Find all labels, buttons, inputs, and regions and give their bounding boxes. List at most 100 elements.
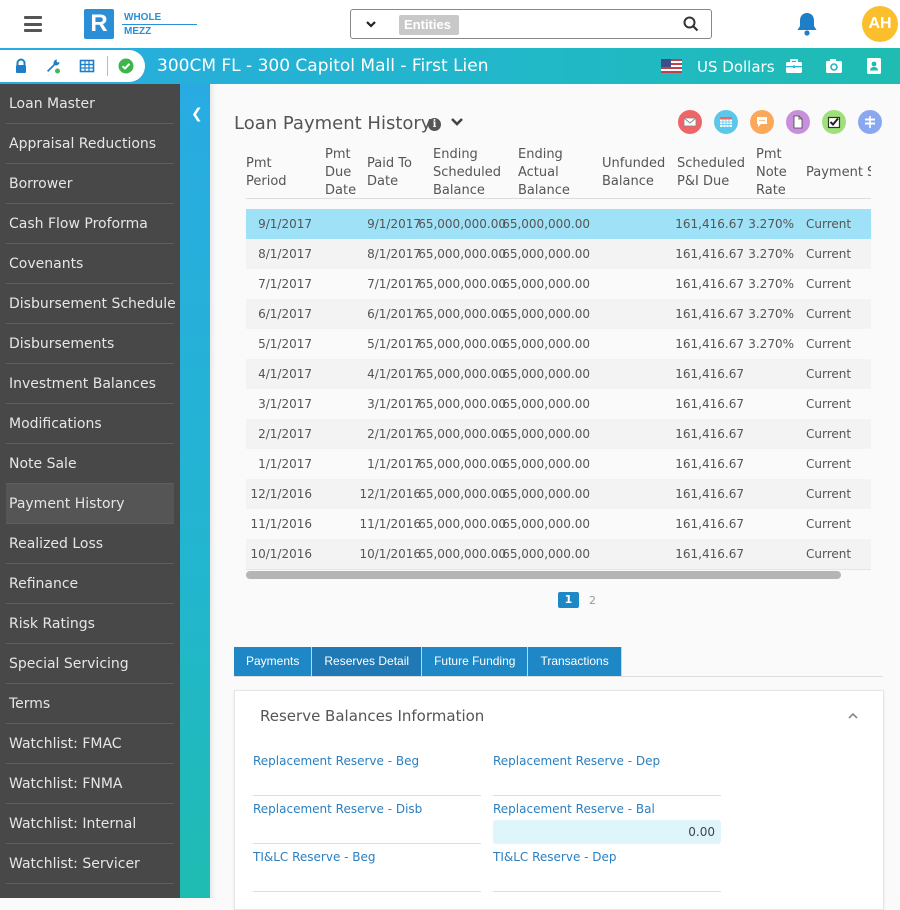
sidebar-item-realized-loss[interactable]: Realized Loss	[6, 524, 174, 564]
table-row[interactable]: 2/1/2017 2/1/2017 65,000,000.00 65,000,000.…	[246, 419, 871, 449]
logo-line-2: MEZZ	[124, 25, 152, 37]
table-row[interactable]: 8/1/2017 8/1/2017 65,000,000.00 65,000,000.…	[246, 239, 871, 269]
replacement-reserve-bal-input[interactable]	[493, 820, 721, 844]
tabs-divider	[234, 676, 883, 677]
chevron-down-icon[interactable]	[450, 116, 464, 128]
table-row[interactable]: 5/1/2017 5/1/2017 65,000,000.00 65,000,000.…	[246, 329, 871, 359]
contact-book-icon[interactable]	[865, 57, 883, 75]
document-icon[interactable]	[786, 110, 810, 134]
cell-ending-actual-balance: 65,000,000.00	[502, 487, 590, 501]
table-row[interactable]: 1/1/2017 1/1/2017 65,000,000.00 65,000,000.…	[246, 449, 871, 479]
entity-search-box[interactable]: Entities	[350, 9, 712, 39]
sidebar-item-risk-ratings[interactable]: Risk Ratings	[6, 604, 174, 644]
cell-scheduled-pi-due: 161,416.67	[675, 517, 744, 531]
table-row[interactable]: 9/1/2017 9/1/2017 65,000,000.00 65,000,000.…	[246, 209, 871, 239]
field-label: Replacement Reserve - Beg	[253, 754, 420, 768]
cell-paid-to-date: 2/1/2017	[367, 427, 421, 441]
cell-scheduled-pi-due: 161,416.67	[675, 277, 744, 291]
table-row[interactable]: 3/1/2017 3/1/2017 65,000,000.00 65,000,000.…	[246, 389, 871, 419]
column-header-paid-to-date[interactable]: Paid To Date	[367, 155, 427, 191]
signpost-icon[interactable]	[858, 110, 882, 134]
cell-paid-to-date: 8/1/2017	[367, 247, 421, 261]
tab-transactions[interactable]: Transactions	[528, 647, 622, 676]
chevron-up-icon[interactable]	[847, 711, 859, 721]
column-header-ending-actual-balance[interactable]: Ending Actual Balance	[518, 146, 598, 200]
sidebar-item-modifications[interactable]: Modifications	[6, 404, 174, 444]
cell-ending-scheduled-balance: 65,000,000.00	[418, 397, 506, 411]
calendar-icon[interactable]	[714, 110, 738, 134]
table-row[interactable]: 6/1/2017 6/1/2017 65,000,000.00 65,000,000.…	[246, 299, 871, 329]
currency-selector[interactable]: US Dollars	[697, 58, 775, 76]
collapse-sidebar-icon[interactable]: ❮	[191, 106, 203, 122]
loan-title: 300CM FL - 300 Capitol Mall - First Lien	[157, 56, 489, 76]
replacement-reserve-disb-input[interactable]	[253, 820, 481, 844]
sidebar-item-watchlist-servicer[interactable]: Watchlist: Servicer	[6, 844, 174, 884]
sidebar-item-disbursements[interactable]: Disbursements	[6, 324, 174, 364]
column-header-ending-scheduled-balance[interactable]: Ending Scheduled Balance	[433, 146, 513, 200]
column-header-pmt-period[interactable]: Pmt Period	[246, 155, 316, 191]
comment-icon[interactable]	[750, 110, 774, 134]
lock-icon[interactable]	[13, 58, 29, 74]
tilc-reserve-dep-input[interactable]	[493, 868, 721, 892]
camera-icon[interactable]	[825, 57, 843, 75]
table-row[interactable]: 12/1/2016 12/1/2016 65,000,000.00 65,000,00…	[246, 479, 871, 509]
sidebar-item-appraisal-reductions[interactable]: Appraisal Reductions	[6, 124, 174, 164]
tab-reserves-detail[interactable]: Reserves Detail	[312, 647, 423, 676]
info-icon[interactable]: i	[428, 118, 441, 131]
column-header-unfunded-balance[interactable]: Unfunded Balance	[602, 155, 672, 191]
tab-payments[interactable]: Payments	[234, 647, 313, 676]
briefcase-icon[interactable]	[785, 57, 803, 75]
sidebar-item-note-sale[interactable]: Note Sale	[6, 444, 174, 484]
column-header-pmt-due-date[interactable]: Pmt Due Date	[325, 146, 363, 200]
hamburger-menu-icon[interactable]	[24, 16, 42, 32]
horizontal-scrollbar[interactable]	[246, 571, 841, 579]
sidebar-item-covenants[interactable]: Covenants	[6, 244, 174, 284]
chevron-down-icon[interactable]	[365, 15, 377, 33]
table-row[interactable]: 7/1/2017 7/1/2017 65,000,000.00 65,000,000.…	[246, 269, 871, 299]
table-row[interactable]: 4/1/2017 4/1/2017 65,000,000.00 65,000,000.…	[246, 359, 871, 389]
user-avatar[interactable]: AH	[862, 6, 898, 42]
check-circle-icon[interactable]	[118, 58, 134, 74]
sidebar-item-refinance[interactable]: Refinance	[6, 564, 174, 604]
email-icon[interactable]	[678, 110, 702, 134]
notification-bell-icon[interactable]	[795, 11, 819, 37]
us-flag-icon[interactable]	[661, 59, 682, 73]
sidebar-item-terms[interactable]: Terms	[6, 684, 174, 724]
sidebar-item-payment-history[interactable]: Payment History	[6, 484, 174, 524]
checkbox-icon[interactable]	[822, 110, 846, 134]
cell-scheduled-pi-due: 161,416.67	[675, 247, 744, 261]
sidebar-item-watchlist-fmac[interactable]: Watchlist: FMAC	[6, 724, 174, 764]
search-scope-chip[interactable]: Entities	[399, 15, 459, 35]
sidebar-item-special-servicing[interactable]: Special Servicing	[6, 644, 174, 684]
tilc-reserve-beg-input[interactable]	[253, 868, 481, 892]
sidebar-item-borrower[interactable]: Borrower	[6, 164, 174, 204]
cell-pmt-period: 1/1/2017	[258, 457, 312, 471]
cell-scheduled-pi-due: 161,416.67	[675, 397, 744, 411]
column-header-payment-s[interactable]: Payment S	[806, 164, 871, 182]
sidebar-item-watchlist-internal[interactable]: Watchlist: Internal	[6, 804, 174, 844]
page-2-button[interactable]: 2	[589, 594, 596, 607]
wrench-icon[interactable]	[45, 58, 61, 74]
page-1-button[interactable]: 1	[558, 592, 579, 608]
cell-pmt-period: 10/1/2016	[250, 547, 312, 561]
table-row[interactable]: 11/1/2016 11/1/2016 65,000,000.00 65,000,00…	[246, 509, 871, 539]
grid-icon[interactable]	[79, 58, 95, 74]
cell-scheduled-pi-due: 161,416.67	[675, 367, 744, 381]
replacement-reserve-beg-input[interactable]	[253, 772, 481, 796]
replacement-reserve-dep-input[interactable]	[493, 772, 721, 796]
table-row[interactable]: 10/1/2016 10/1/2016 65,000,000.00 65,000,00…	[246, 539, 871, 569]
sidebar-item-disbursement-schedule[interactable]: Disbursement Schedule	[6, 284, 176, 324]
sidebar-item-investment-balances[interactable]: Investment Balances	[6, 364, 174, 404]
column-header-scheduled-p-i-due[interactable]: Scheduled P&I Due	[677, 155, 749, 191]
sidebar-item-loan-master[interactable]: Loan Master	[6, 84, 174, 124]
search-icon[interactable]	[683, 16, 699, 32]
sidebar-item-cash-flow-proforma[interactable]: Cash Flow Proforma	[6, 204, 174, 244]
cell-pmt-period: 2/1/2017	[258, 427, 312, 441]
app-logo[interactable]: R WHOLE MEZZ	[84, 9, 198, 39]
cell-scheduled-pi-due: 161,416.67	[675, 217, 744, 231]
sidebar-item-watchlist-fnma[interactable]: Watchlist: FNMA	[6, 764, 174, 804]
cell-pmt-period: 12/1/2016	[250, 487, 312, 501]
column-header-pmt-note-rate[interactable]: Pmt Note Rate	[756, 146, 801, 200]
tab-future-funding[interactable]: Future Funding	[422, 647, 529, 676]
cell-payment-status: Current	[806, 337, 852, 351]
